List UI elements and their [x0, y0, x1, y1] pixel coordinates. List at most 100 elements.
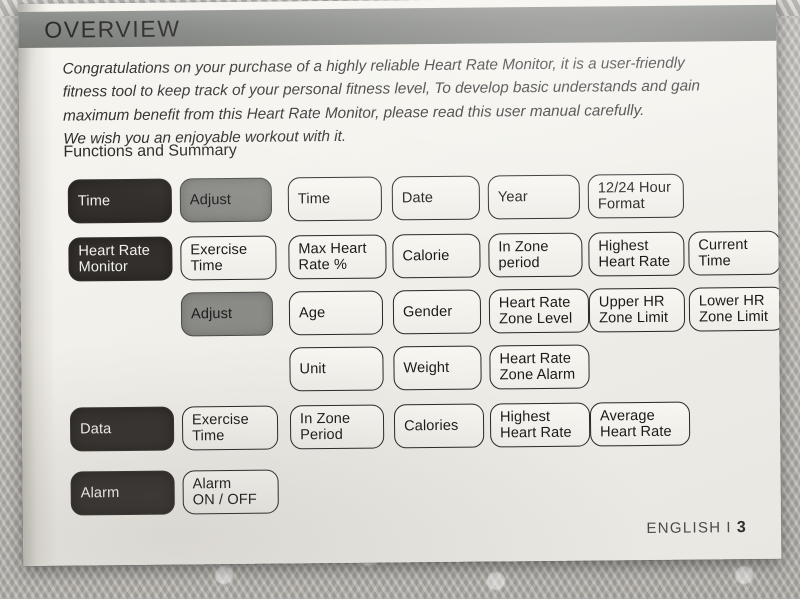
- chart-node-time-1: Adjust: [179, 177, 273, 223]
- chart-node-label-line: Unit: [299, 360, 326, 378]
- chart-node-label: Max Heart Rate %: [298, 240, 367, 273]
- chart-node-heart-rate-monitor-1: Exercise Time: [180, 235, 277, 281]
- chart-node-heart-rate-monitor-2: Max Heart Rate %: [288, 234, 387, 280]
- chart-node-label-line: Max Heart: [298, 240, 367, 257]
- chart-node-label: Current Time: [698, 237, 748, 270]
- chart-node-label: Heart Rate Zone Alarm: [499, 350, 575, 383]
- page-footer: ENGLISH I 3: [646, 519, 747, 538]
- chart-node-label-line: Lower HR: [698, 292, 765, 310]
- chart-node-label: Weight: [403, 360, 449, 377]
- chart-node-data-3: Calories: [393, 403, 485, 449]
- chart-node-heart-rate-monitor-4: In Zone period: [488, 232, 583, 278]
- footer-separator: I: [726, 519, 732, 537]
- chart-node-label: In Zone period: [498, 239, 549, 272]
- chart-node-heart-rate-monitor-5: Highest Heart Rate: [588, 231, 685, 277]
- chart-node-label-line: Heart Rate: [498, 294, 571, 312]
- chart-node-label-line: Alarm: [192, 475, 232, 493]
- chart-node-alarm-1: Alarm ON / OFF: [182, 469, 279, 515]
- chart-node-label-line: Zone Limit: [698, 308, 769, 326]
- chart-node-label-line: Year: [497, 188, 528, 206]
- chart-node-label-line: Calorie: [402, 247, 450, 265]
- chart-node-label: Highest Heart Rate: [598, 237, 671, 271]
- chart-node-label-line: In Zone: [498, 238, 549, 256]
- chart-node-adjust-4: Upper HR Zone Limit: [588, 287, 686, 333]
- chart-node-label: Alarm ON / OFF: [192, 475, 257, 509]
- chart-node-label: Highest Heart Rate: [499, 408, 572, 442]
- chart-node-label: Date: [402, 190, 433, 207]
- chart-node-adjust-5: Lower HR Zone Limit: [688, 286, 782, 332]
- chart-node-label-line: Zone Alarm: [499, 366, 576, 384]
- footer-page-number: 3: [736, 519, 748, 537]
- chart-node-label: Lower HR Zone Limit: [698, 292, 769, 326]
- chart-node-label-line: Highest: [499, 408, 551, 426]
- chart-node-label-line: Exercise: [190, 241, 248, 259]
- chart-node-label-line: Adjust: [189, 191, 232, 209]
- chart-node-label: Heart Rate Monitor: [78, 242, 150, 275]
- chart-node-label-line: Time: [77, 192, 111, 210]
- chart-node-label-line: In Zone: [299, 410, 351, 427]
- chart-node-label: Exercise Time: [192, 411, 249, 444]
- chart-node-label: Year: [498, 189, 528, 206]
- chart-node-label-line: Heart Rate: [500, 424, 572, 442]
- chart-node-label-line: Date: [401, 189, 434, 207]
- chart-node-label-line: Rate %: [298, 256, 348, 274]
- chart-node-label-line: Upper HR: [598, 293, 665, 311]
- functions-summary-chart: Time Adjust Time Date Year 12/24 Hour Format He…: [18, 0, 782, 566]
- chart-node-label-line: Gender: [402, 303, 453, 321]
- chart-node-label: Calorie: [402, 248, 449, 265]
- chart-node-label-line: Period: [300, 426, 344, 444]
- chart-node-data-2: In Zone Period: [289, 404, 385, 450]
- chart-node-heart-rate-monitor-3: Calorie: [392, 233, 481, 279]
- chart-node-label-line: Heart Rate: [598, 253, 671, 271]
- chart-node-label-line: Time: [192, 428, 225, 445]
- chart-node-label-line: Average: [599, 407, 655, 425]
- chart-node-label-line: Age: [298, 304, 326, 322]
- chart-node-label-line: Format: [597, 195, 645, 213]
- chart-node-unit-1: Weight: [393, 345, 482, 391]
- chart-node-label: Gender: [403, 304, 452, 321]
- chart-node-label-line: Highest: [598, 237, 649, 255]
- chart-node-data-1: Exercise Time: [181, 405, 279, 451]
- chart-node-time-3: Date: [391, 175, 481, 221]
- chart-node-label: 12/24 Hour Format: [598, 179, 672, 212]
- chart-node-label-line: Monitor: [78, 258, 128, 276]
- chart-node-label-line: Exercise: [191, 411, 249, 429]
- chart-node-label: Data: [80, 421, 111, 438]
- chart-node-time-5: 12/24 Hour Format: [587, 173, 685, 219]
- chart-node-label: Time: [298, 191, 330, 208]
- chart-node-label-line: Current: [698, 236, 748, 254]
- chart-node-label: Heart Rate Zone Level: [499, 294, 573, 327]
- chart-node-label-line: Adjust: [190, 305, 233, 323]
- chart-node-time-0: Time: [67, 178, 173, 224]
- chart-node-label: Adjust: [191, 306, 232, 323]
- chart-node-label: Adjust: [190, 192, 231, 209]
- chart-node-label-line: Alarm: [80, 484, 120, 502]
- chart-node-label-line: Calories: [403, 417, 459, 435]
- chart-node-label-line: Zone Level: [498, 310, 573, 328]
- chart-node-label-line: Heart Rate: [499, 350, 572, 368]
- chart-node-adjust-2: Gender: [392, 289, 482, 335]
- chart-node-heart-rate-monitor-6: Current Time: [688, 230, 781, 276]
- chart-node-label: Exercise Time: [190, 241, 247, 274]
- chart-node-label: Upper HR Zone Limit: [599, 293, 668, 326]
- footer-language: ENGLISH: [646, 519, 722, 537]
- chart-node-adjust-3: Heart Rate Zone Level: [488, 288, 590, 334]
- chart-node-label: Unit: [299, 361, 326, 378]
- chart-node-alarm-0: Alarm: [70, 470, 175, 516]
- chart-node-label-line: Weight: [403, 359, 450, 377]
- chart-node-adjust-0: Adjust: [180, 291, 274, 337]
- chart-node-label: Average Heart Rate: [599, 407, 672, 441]
- chart-node-data-5: Average Heart Rate: [589, 401, 691, 447]
- chart-node-time-2: Time: [287, 176, 383, 222]
- chart-node-heart-rate-monitor-0: Heart Rate Monitor: [68, 236, 173, 282]
- chart-node-time-4: Year: [487, 174, 581, 220]
- chart-node-label-line: Time: [698, 253, 731, 270]
- chart-node-label: Alarm: [81, 485, 120, 502]
- chart-node-label-line: Time: [190, 258, 223, 275]
- chart-node-label-line: Zone Limit: [598, 309, 669, 327]
- chart-node-label-line: Time: [297, 190, 331, 208]
- chart-node-unit-0: Unit: [289, 346, 384, 392]
- chart-node-label-line: Heart Rate: [600, 423, 672, 441]
- chart-node-data-4: Highest Heart Rate: [489, 402, 591, 448]
- chart-node-label: Calories: [404, 418, 458, 435]
